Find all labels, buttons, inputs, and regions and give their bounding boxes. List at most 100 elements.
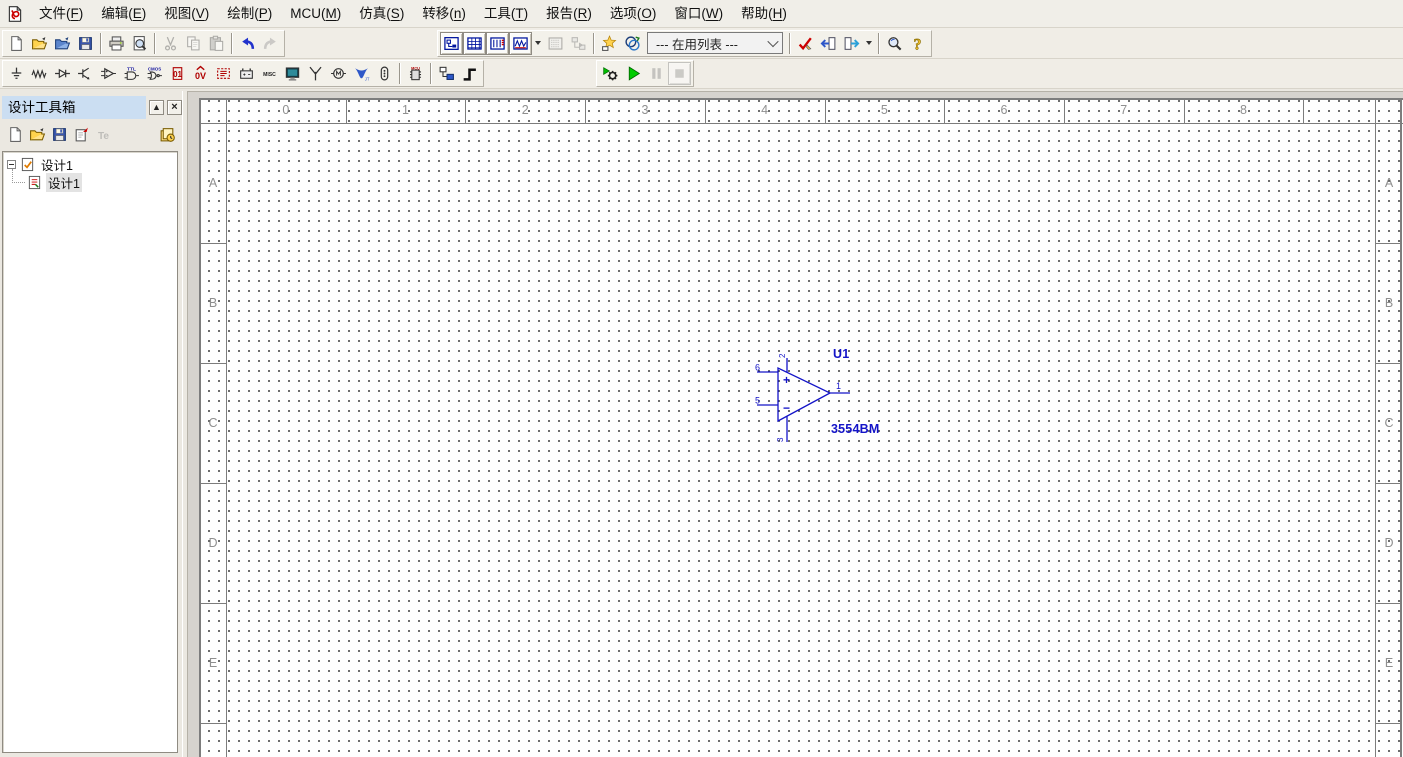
tree-expander-icon[interactable] — [7, 160, 16, 169]
te-label-button[interactable]: Te — [92, 124, 114, 145]
in-use-list[interactable]: --- 在用列表 --- — [647, 32, 783, 54]
menu-item-window[interactable]: 窗口(W) — [665, 0, 732, 28]
comp-peripherals-button[interactable] — [281, 62, 304, 85]
menu-item-place[interactable]: 绘制(P) — [218, 0, 281, 28]
save-icon — [51, 126, 68, 143]
back-annotate-button[interactable] — [817, 32, 840, 55]
tree-row-design[interactable]: 设计1 — [5, 155, 175, 173]
tree-label-sheet[interactable]: 设计1 — [46, 173, 82, 192]
ruler-column-label: 5 — [825, 103, 945, 117]
menu-item-file[interactable]: 文件(F) — [30, 0, 92, 28]
paste-button[interactable] — [205, 32, 228, 55]
new-file-button[interactable] — [4, 124, 26, 145]
forward-annotate-button[interactable] — [840, 32, 863, 55]
save-button[interactable] — [48, 124, 70, 145]
menu-item-reports[interactable]: 报告(R) — [537, 0, 601, 28]
comp-ni-button[interactable]: JT — [350, 62, 373, 85]
comp-transistor-button[interactable] — [74, 62, 97, 85]
comp-source-button[interactable] — [5, 62, 28, 85]
toggle-spice-netlist-icon — [489, 35, 506, 52]
bus-button[interactable] — [458, 62, 481, 85]
toggle-grapher-dropdown-button[interactable] — [532, 32, 544, 55]
print-preview-button[interactable] — [128, 32, 151, 55]
redo-button[interactable] — [259, 32, 282, 55]
hierarchy-view-icon — [570, 35, 587, 52]
comp-connector-button[interactable] — [373, 62, 396, 85]
comp-analog-button[interactable] — [97, 62, 120, 85]
database-manager-button[interactable] — [621, 32, 644, 55]
comp-electromech-button[interactable] — [327, 62, 350, 85]
sim-stop-button[interactable] — [668, 62, 691, 85]
mcu-chip-button[interactable]: MCU — [404, 62, 427, 85]
ruler-row-label-left: D — [201, 483, 225, 603]
hier-new-sheet-button[interactable] — [435, 62, 458, 85]
pin-5-number: 5 — [755, 396, 760, 406]
schematic-sheet-icon — [27, 175, 43, 190]
save-button[interactable] — [74, 32, 97, 55]
menu-item-help[interactable]: 帮助(H) — [732, 0, 796, 28]
menu-item-edit[interactable]: 编辑(E) — [92, 0, 155, 28]
print-button[interactable] — [105, 32, 128, 55]
menu-item-view[interactable]: 视图(V) — [155, 0, 218, 28]
tree-row-sheet[interactable]: 设计1 — [5, 173, 175, 191]
ruler-row-label-right: E — [1377, 603, 1401, 723]
comp-misc-digital-button[interactable]: 01 — [166, 62, 189, 85]
ruler-row-label-left: C — [201, 363, 225, 483]
sim-settings-button[interactable] — [599, 62, 622, 85]
hierarchy-view-button[interactable] — [567, 32, 590, 55]
comp-rf-button[interactable] — [304, 62, 327, 85]
menu-item-mcu[interactable]: MCU(M) — [281, 0, 350, 28]
design-tree: 设计1 设计1 — [2, 151, 178, 753]
bus-icon — [461, 65, 478, 82]
open-file-button[interactable] — [28, 32, 51, 55]
toolbar-separator — [593, 33, 595, 54]
toggle-spice-netlist-button[interactable] — [486, 32, 509, 55]
comp-mixed-button[interactable]: 0V — [189, 62, 212, 85]
new-file-button[interactable] — [5, 32, 28, 55]
comp-diode-button[interactable] — [51, 62, 74, 85]
copy-button[interactable] — [182, 32, 205, 55]
comp-cmos-button[interactable]: CMOS — [143, 62, 166, 85]
layers-clock-button[interactable] — [156, 124, 178, 145]
labview-instruments-button[interactable] — [544, 32, 567, 55]
toolbar-group-components: TTLCMOS010V MISC JT MCU — [2, 60, 484, 87]
toolbar-separator — [789, 33, 791, 54]
comp-basic-button[interactable] — [28, 62, 51, 85]
help-button[interactable]: ? — [906, 32, 929, 55]
design-toolbox-toolbar: Te — [2, 119, 182, 149]
menu-item-tools[interactable]: 工具(T) — [475, 0, 537, 28]
toolbar-separator — [231, 33, 233, 54]
open-sample-button[interactable] — [51, 32, 74, 55]
comp-power-button[interactable] — [235, 62, 258, 85]
comp-ttl-button[interactable]: TTL — [120, 62, 143, 85]
open-file-button[interactable] — [26, 124, 48, 145]
comp-indicator-button[interactable] — [212, 62, 235, 85]
sim-stop-icon — [671, 65, 688, 82]
toggle-design-toolbox-button[interactable] — [440, 32, 463, 55]
undo-button[interactable] — [236, 32, 259, 55]
panel-close-button[interactable]: × — [167, 100, 182, 115]
find-button[interactable] — [883, 32, 906, 55]
erc-check-button[interactable] — [794, 32, 817, 55]
menu-item-simulate[interactable]: 仿真(S) — [350, 0, 413, 28]
tree-label-design[interactable]: 设计1 — [39, 155, 75, 174]
comp-misc-button[interactable]: MISC — [258, 62, 281, 85]
component-refdes[interactable]: U1 — [833, 347, 849, 361]
panel-collapse-button[interactable]: ▲ — [149, 100, 164, 115]
cut-button[interactable] — [159, 32, 182, 55]
opamp-U1[interactable]: 6 5 1 + − 2 3 U1 3554BM — [750, 344, 900, 450]
menu-item-transfer[interactable]: 转移(n) — [413, 0, 475, 28]
sim-pause-button[interactable] — [645, 62, 668, 85]
ruler-left-inner-line — [226, 98, 227, 757]
comp-peripherals-icon — [284, 65, 301, 82]
comp-rf-icon — [307, 65, 324, 82]
menu-item-options[interactable]: 选项(O) — [601, 0, 666, 28]
component-value[interactable]: 3554BM — [831, 422, 879, 436]
toggle-grapher-button[interactable] — [509, 32, 532, 55]
new-component-wizard-button[interactable] — [598, 32, 621, 55]
forward-annotate-dropdown-button[interactable] — [863, 32, 875, 55]
schematic-sheet[interactable]: 6 5 1 + − 2 3 U1 3554BM 012345678AABBCCD… — [199, 98, 1403, 757]
toggle-spreadsheet-button[interactable] — [463, 32, 486, 55]
sim-run-button[interactable] — [622, 62, 645, 85]
sheet-new-button[interactable] — [70, 124, 92, 145]
